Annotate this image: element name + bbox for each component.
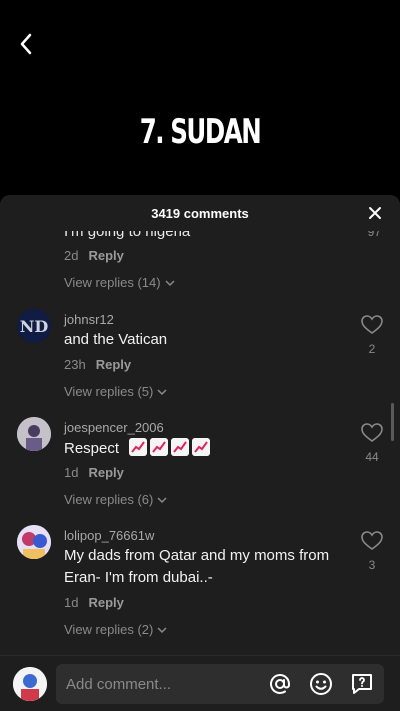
comment-input-box bbox=[56, 664, 384, 704]
comment-input-bar bbox=[0, 655, 400, 711]
scrollbar-thumb[interactable] bbox=[391, 403, 394, 441]
partial-comment-meta: 2d Reply bbox=[64, 248, 124, 263]
comments-list[interactable]: I'm going to nigeria 97 2d Reply View rep… bbox=[0, 231, 400, 656]
svg-text:ND: ND bbox=[20, 317, 49, 336]
comment-username[interactable]: lolipop_76661w bbox=[64, 528, 154, 543]
chevron-down-icon bbox=[165, 279, 175, 286]
chart-increasing-emoji-icon bbox=[123, 438, 211, 457]
like-button[interactable]: 2 bbox=[360, 315, 384, 356]
avatar-nd-logo-icon: ND bbox=[17, 309, 51, 343]
chevron-down-icon bbox=[157, 626, 167, 633]
back-button[interactable] bbox=[12, 30, 40, 58]
my-avatar[interactable] bbox=[13, 667, 47, 701]
comment-text: Respect bbox=[64, 440, 120, 457]
close-icon bbox=[369, 207, 381, 219]
comment-username[interactable]: johnsr12 bbox=[64, 312, 114, 327]
like-count: 2 bbox=[368, 342, 376, 356]
comment-text-row: Respect bbox=[64, 438, 354, 460]
comment-text: and the Vatican bbox=[64, 331, 168, 348]
comment-input[interactable] bbox=[56, 675, 268, 693]
reply-button[interactable]: Reply bbox=[88, 595, 123, 610]
avatar-photo-icon bbox=[13, 667, 47, 701]
video-caption: 7. SUDAN bbox=[139, 112, 262, 152]
question-bubble-icon bbox=[352, 674, 372, 694]
reply-button[interactable]: Reply bbox=[88, 465, 123, 480]
reply-button[interactable]: Reply bbox=[88, 248, 123, 263]
smiley-icon bbox=[310, 673, 332, 695]
partial-comment-likes: 97 bbox=[367, 231, 381, 239]
comment-text: My dads from Qatar and my moms from Eran… bbox=[64, 547, 330, 586]
view-replies-button[interactable]: View replies (6) bbox=[64, 491, 167, 509]
comment-age: 1d bbox=[64, 465, 79, 480]
chevron-down-icon bbox=[157, 388, 167, 395]
view-replies-label: View replies (6) bbox=[64, 492, 154, 507]
comment-age: 1d bbox=[64, 595, 79, 610]
question-sticker-button[interactable] bbox=[350, 672, 374, 696]
avatar[interactable]: ND bbox=[17, 309, 51, 343]
avatar-anime-icon bbox=[17, 525, 51, 559]
video-area: 7. SUDAN bbox=[0, 0, 400, 195]
comment-meta: 1d Reply bbox=[64, 595, 124, 610]
comment-age: 23h bbox=[64, 357, 86, 372]
like-button[interactable]: 44 bbox=[360, 423, 384, 464]
like-count: 3 bbox=[368, 558, 376, 572]
emoji-button[interactable] bbox=[309, 672, 333, 696]
view-replies-button[interactable]: View replies (2) bbox=[64, 621, 167, 639]
heart-icon bbox=[361, 531, 383, 550]
heart-icon bbox=[361, 423, 383, 442]
comment-item: joespencer_2006 Respect 1d Reply View rep… bbox=[0, 417, 400, 527]
avatar-photo-icon bbox=[17, 417, 51, 451]
view-replies-label: View replies (14) bbox=[64, 275, 161, 290]
comment-age: 2d bbox=[64, 248, 79, 263]
chevron-down-icon bbox=[157, 496, 167, 503]
comment-item: ND johnsr12 and the Vatican 23h Reply Vie… bbox=[0, 309, 400, 419]
partial-comment-text: I'm going to nigeria bbox=[64, 231, 191, 240]
comment-username[interactable]: joespencer_2006 bbox=[64, 420, 164, 435]
comment-meta: 1d Reply bbox=[64, 465, 124, 480]
at-sign-icon bbox=[270, 674, 290, 694]
view-replies-label: View replies (5) bbox=[64, 384, 154, 399]
comments-count-title: 3419 comments bbox=[151, 205, 249, 221]
like-button[interactable]: 3 bbox=[360, 531, 384, 572]
mention-button[interactable] bbox=[268, 672, 292, 696]
sheet-header: 3419 comments bbox=[0, 195, 400, 231]
chevron-left-icon bbox=[20, 33, 32, 55]
reply-button[interactable]: Reply bbox=[96, 357, 131, 372]
avatar[interactable] bbox=[17, 525, 51, 559]
comment-meta: 23h Reply bbox=[64, 357, 131, 372]
close-button[interactable] bbox=[366, 204, 384, 222]
view-replies-label: View replies (2) bbox=[64, 622, 154, 637]
heart-icon bbox=[361, 315, 383, 334]
like-count: 44 bbox=[365, 450, 379, 464]
view-replies-button[interactable]: View replies (5) bbox=[64, 383, 167, 401]
avatar[interactable] bbox=[17, 417, 51, 451]
view-replies-button[interactable]: View replies (14) bbox=[64, 274, 175, 292]
comments-sheet: 3419 comments I'm going to nigeria 97 2d… bbox=[0, 195, 400, 711]
comment-item: lolipop_76661w My dads from Qatar and my… bbox=[0, 525, 400, 655]
